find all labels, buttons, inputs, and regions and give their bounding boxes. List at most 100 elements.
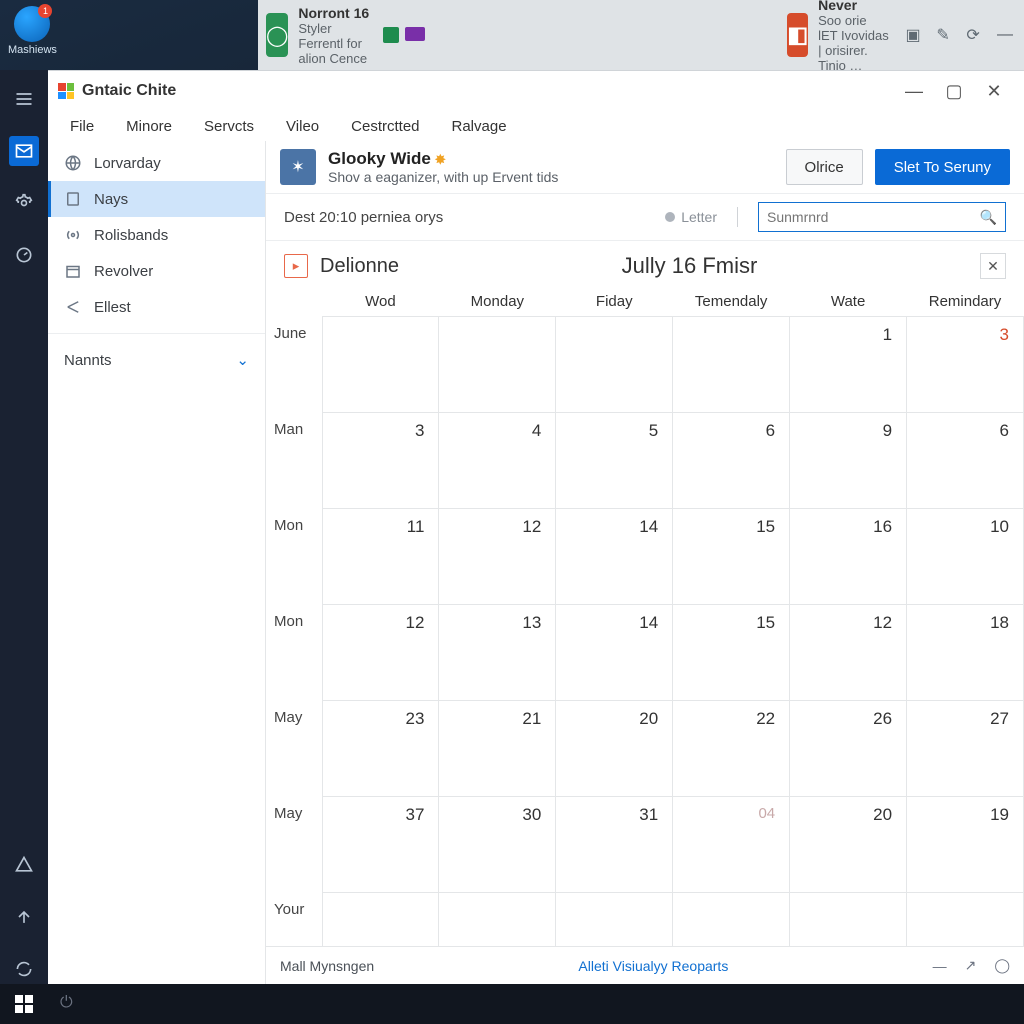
col-header: Remindary (907, 287, 1024, 317)
calendar-cell[interactable] (556, 317, 673, 413)
sidebar-item-rolisbands[interactable]: Rolisbands (48, 217, 265, 253)
settings-icon[interactable] (9, 188, 39, 218)
broadcast-icon (64, 226, 82, 244)
upload-icon[interactable] (9, 902, 39, 932)
menu-servcts[interactable]: Servcts (190, 115, 268, 138)
menubar: File Minore Servcts Vileo Cestrctted Ral… (48, 111, 1024, 141)
calendar-cell[interactable] (556, 893, 673, 947)
menu-vileo[interactable]: Vileo (272, 115, 333, 138)
calendar-cell[interactable]: 30 (439, 797, 556, 893)
menu-cestrctted[interactable]: Cestrctted (337, 115, 433, 138)
calendar-cell[interactable]: 1 (790, 317, 907, 413)
calendar-cell[interactable]: 3 (322, 413, 439, 509)
titlebar-app-2[interactable]: ◧ Never Soo orie lET Ivovidas | orisirer… (787, 0, 889, 73)
mail-icon[interactable] (9, 136, 39, 166)
calendar-cell[interactable]: 04 (673, 797, 790, 893)
status-pill[interactable]: Letter (665, 209, 717, 225)
sync-icon[interactable] (9, 954, 39, 984)
calendar-icon: ▸ (284, 254, 308, 278)
menu-ralvage[interactable]: Ralvage (438, 115, 521, 138)
calendar-cell[interactable] (907, 893, 1024, 947)
sidebar-item-ellest[interactable]: Ellest (48, 289, 265, 325)
calendar-cell[interactable] (673, 317, 790, 413)
calendar-cell[interactable]: 23 (322, 701, 439, 797)
desktop-shortcut[interactable]: 1 Mashiews (8, 6, 57, 56)
calendar-cell[interactable]: 12 (790, 605, 907, 701)
sidebar-item-lorvarday[interactable]: Lorvarday (48, 145, 265, 181)
calendar-cell[interactable]: 14 (556, 605, 673, 701)
calendar-cell[interactable]: 20 (790, 797, 907, 893)
desktop-shortcut-label: Mashiews (8, 44, 57, 56)
calendar-cell[interactable]: 6 (907, 413, 1024, 509)
calendar-cell[interactable]: 6 (673, 413, 790, 509)
start-button[interactable] (0, 984, 48, 1024)
menu-icon[interactable] (9, 84, 39, 114)
archive-icon (64, 262, 82, 280)
sidebar-item-nays[interactable]: Nays (48, 181, 265, 217)
calendar-cell[interactable]: 14 (556, 509, 673, 605)
calendar-cell[interactable]: 4 (439, 413, 556, 509)
month-title: Jully 16 Fmisr (411, 253, 968, 279)
search-input[interactable]: 🔍 (758, 202, 1006, 232)
warning-icon[interactable] (9, 850, 39, 880)
dashboard-icon[interactable] (9, 240, 39, 270)
row-header: May (266, 797, 322, 893)
calendar-cell[interactable]: 21 (439, 701, 556, 797)
menu-file[interactable]: File (56, 115, 108, 138)
windows-taskbar: ⏻ (0, 984, 1024, 1024)
menu-minore[interactable]: Minore (112, 115, 186, 138)
star-icon: ✸ (435, 152, 446, 167)
col-header: Monday (439, 287, 556, 317)
status-minimize-icon[interactable]: — (933, 958, 947, 974)
os-minimize-button[interactable]: — (997, 28, 1011, 42)
close-panel-button[interactable]: ✕ (980, 253, 1006, 279)
calendar-cell[interactable]: 22 (673, 701, 790, 797)
calendar-cell[interactable] (439, 317, 556, 413)
calendar-cell[interactable]: 15 (673, 509, 790, 605)
col-header: Wate (790, 287, 907, 317)
calendar-cell[interactable]: 26 (790, 701, 907, 797)
calendar-cell[interactable] (673, 893, 790, 947)
calendar-cell[interactable]: 3 (907, 317, 1024, 413)
infobar: Dest 20:10 perniea orys Letter 🔍 (266, 194, 1024, 241)
calendar-cell[interactable]: 5 (556, 413, 673, 509)
calendar-cell[interactable]: 20 (556, 701, 673, 797)
calendar-cell[interactable]: 9 (790, 413, 907, 509)
calendar-cell[interactable] (322, 317, 439, 413)
main-panel: ✶ Glooky Wide✸ Shov a eaganizer, with up… (266, 141, 1024, 984)
refresh-icon[interactable]: ⟳ (961, 25, 985, 45)
calendar-cell[interactable]: 12 (439, 509, 556, 605)
power-icon[interactable]: ⏻ (60, 994, 80, 1014)
window-minimize-button[interactable]: — (894, 81, 934, 102)
calendar-cell[interactable]: 37 (322, 797, 439, 893)
sidebar-item-revolver[interactable]: Revolver (48, 253, 265, 289)
calendar-cell[interactable]: 12 (322, 605, 439, 701)
calendar-cell[interactable]: 10 (907, 509, 1024, 605)
edit-icon[interactable]: ✎ (931, 25, 955, 45)
window-maximize-button[interactable]: ▢ (934, 81, 974, 102)
calendar-cell[interactable]: 15 (673, 605, 790, 701)
calendar-cell[interactable]: 27 (907, 701, 1024, 797)
window-close-button[interactable]: ✕ (974, 81, 1014, 102)
titlebar-app-1[interactable]: ◯ Norront 16 Styler Ferrentl for alion C… (266, 5, 371, 66)
calendar-cell[interactable]: 16 (790, 509, 907, 605)
col-header: Fiday (556, 287, 673, 317)
status-link[interactable]: Alleti Visiualyy Reoparts (392, 958, 914, 974)
row-header: Mon (266, 509, 322, 605)
olrice-button[interactable]: Olrice (786, 149, 863, 185)
calendar-cell[interactable]: 11 (322, 509, 439, 605)
calendar-cell[interactable] (790, 893, 907, 947)
calendar-cell[interactable]: 31 (556, 797, 673, 893)
bookmark-icon[interactable]: ▣ (901, 25, 925, 45)
col-header: Temendaly (673, 287, 790, 317)
calendar-cell[interactable]: 18 (907, 605, 1024, 701)
calendar-cell[interactable] (439, 893, 556, 947)
slet-to-seruny-button[interactable]: Slet To Seruny (875, 149, 1010, 185)
calendar-cell[interactable]: 19 (907, 797, 1024, 893)
status-user-icon[interactable]: ◯ (994, 957, 1010, 974)
calendar-cell[interactable] (322, 893, 439, 947)
sidebar-section-nannts[interactable]: Nannts ⌄ (48, 342, 265, 378)
calendar-cell[interactable]: 13 (439, 605, 556, 701)
status-share-icon[interactable]: ↗ (965, 957, 977, 974)
app-window: Gntaic Chite — ▢ ✕ File Minore Servcts V… (48, 70, 1024, 984)
